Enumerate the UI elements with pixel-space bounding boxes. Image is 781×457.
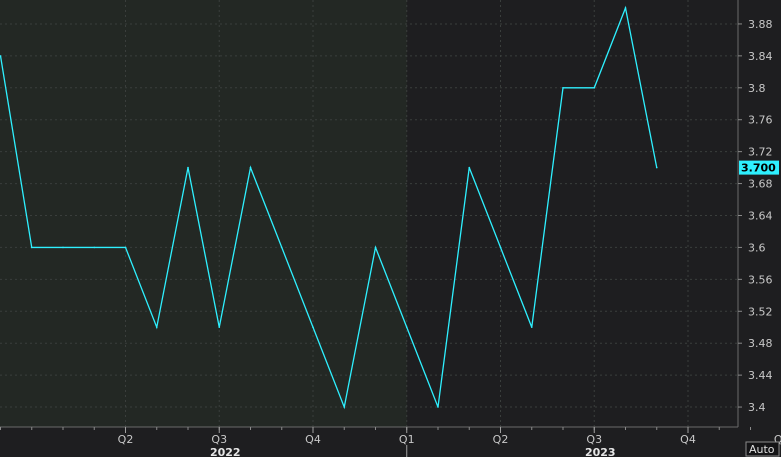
data-point (624, 7, 627, 9)
last-value-label: 3.700 (741, 162, 776, 175)
data-point (124, 246, 127, 249)
y-tick-label: 3.56 (748, 273, 773, 286)
year-label: 2022 (210, 446, 241, 457)
data-point (530, 326, 533, 329)
data-point (93, 246, 96, 249)
data-point (562, 86, 564, 89)
x-tick-label: Q3 (211, 433, 227, 446)
y-tick-label: 3.48 (748, 337, 773, 350)
data-point (374, 246, 377, 249)
x-tick-label: Q2 (493, 433, 509, 446)
y-tick-label: 3.4 (748, 401, 766, 414)
data-point (187, 166, 189, 169)
x-tick-label: Q4 (680, 433, 696, 446)
data-point (655, 166, 658, 169)
data-point (593, 86, 596, 89)
data-point (312, 326, 314, 329)
data-point (155, 326, 158, 329)
year-label: 2023 (585, 446, 616, 457)
y-tick-label: 3.64 (748, 209, 773, 222)
year-band-2022 (0, 0, 407, 427)
y-tick-label: 3.44 (748, 369, 773, 382)
x-tick-label: Q3 (586, 433, 602, 446)
data-point (499, 246, 502, 249)
data-point (280, 246, 283, 249)
y-tick-label: 3.72 (748, 146, 773, 159)
data-point (468, 166, 471, 169)
data-point (30, 246, 33, 249)
auto-button-label[interactable]: Auto (749, 443, 775, 456)
data-point (218, 326, 221, 329)
y-tick-label: 3.52 (748, 305, 773, 318)
data-point (437, 406, 439, 408)
last-value-marker: 3.700 (739, 160, 779, 175)
y-tick-label: 3.8 (748, 82, 766, 95)
y-tick-label: 3.6 (748, 241, 766, 254)
x-tick-label: Q1 (399, 433, 415, 446)
x-tick-label: Q4 (305, 433, 321, 446)
y-tick-label: 3.84 (748, 50, 773, 63)
data-point (62, 246, 64, 249)
year-bands (0, 0, 407, 427)
y-tick-label: 3.88 (748, 18, 773, 31)
data-point (249, 166, 252, 169)
data-point (343, 406, 346, 408)
y-tick-label: 3.76 (748, 114, 773, 127)
y-tick-label: 3.68 (748, 178, 773, 191)
data-point (405, 326, 408, 329)
line-chart: 3.88 3.84 3.8 3.76 3.72 3.68 3.64 3.6 3.56 3.52 3.… (0, 0, 781, 457)
auto-scale-control[interactable]: Auto (745, 441, 780, 457)
x-tick-label: Q2 (118, 433, 134, 446)
